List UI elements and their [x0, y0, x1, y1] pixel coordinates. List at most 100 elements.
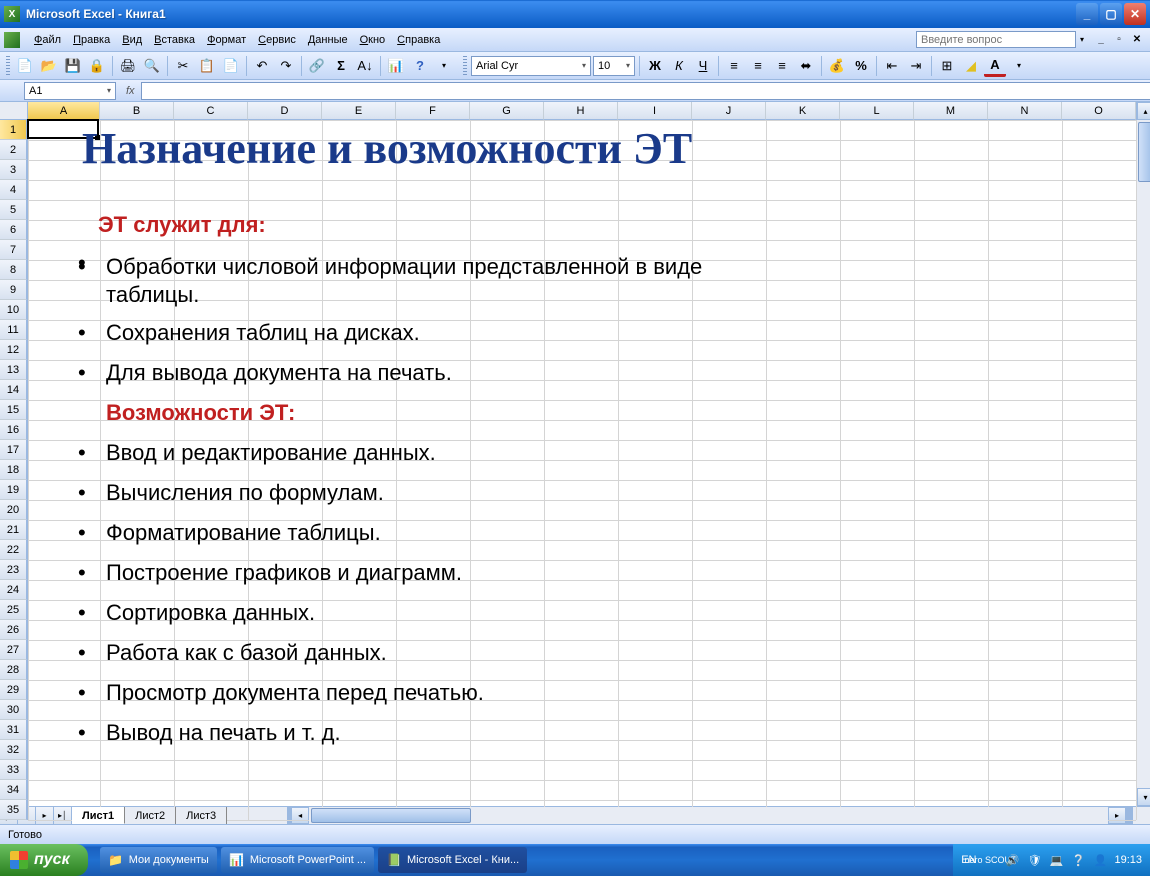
column-header-A[interactable]: A: [28, 102, 100, 120]
workbook-icon[interactable]: [4, 32, 20, 48]
mdi-restore-button[interactable]: ▫: [1111, 33, 1127, 47]
row-header-8[interactable]: 8: [0, 260, 27, 280]
hscroll-thumb[interactable]: [311, 808, 471, 823]
menu-edit[interactable]: Правка: [67, 32, 116, 48]
row-header-20[interactable]: 20: [0, 500, 27, 520]
ask-question-input[interactable]: [916, 31, 1076, 48]
row-header-25[interactable]: 25: [0, 600, 27, 620]
hscroll-track[interactable]: [309, 807, 1108, 824]
row-header-23[interactable]: 23: [0, 560, 27, 580]
column-header-K[interactable]: K: [766, 102, 840, 120]
start-button[interactable]: пуск: [0, 844, 88, 876]
align-center-button[interactable]: ≡: [747, 55, 769, 77]
formula-input[interactable]: [141, 82, 1150, 100]
row-header-19[interactable]: 19: [0, 480, 27, 500]
merge-center-button[interactable]: ⬌: [795, 55, 817, 77]
row-header-28[interactable]: 28: [0, 660, 27, 680]
column-header-D[interactable]: D: [248, 102, 322, 120]
align-left-button[interactable]: ≡: [723, 55, 745, 77]
row-header-26[interactable]: 26: [0, 620, 27, 640]
minimize-button[interactable]: _: [1076, 3, 1098, 25]
font-name-combo[interactable]: Arial Cyr ▾: [471, 56, 591, 76]
column-header-B[interactable]: B: [100, 102, 174, 120]
row-header-9[interactable]: 9: [0, 280, 27, 300]
formatting-toolbar-grip[interactable]: [463, 56, 467, 76]
italic-button[interactable]: К: [668, 55, 690, 77]
menu-tools[interactable]: Сервис: [252, 32, 302, 48]
row-header-18[interactable]: 18: [0, 460, 27, 480]
scroll-down-button[interactable]: ▾: [1137, 788, 1150, 806]
menu-data[interactable]: Данные: [302, 32, 354, 48]
row-header-34[interactable]: 34: [0, 780, 27, 800]
taskbar-item-powerpoint[interactable]: 📊 Microsoft PowerPoint ...: [221, 847, 374, 873]
column-header-F[interactable]: F: [396, 102, 470, 120]
vscroll-track[interactable]: [1137, 120, 1150, 788]
mdi-close-button[interactable]: ✕: [1129, 33, 1145, 47]
row-header-3[interactable]: 3: [0, 160, 27, 180]
row-header-4[interactable]: 4: [0, 180, 27, 200]
row-header-31[interactable]: 31: [0, 720, 27, 740]
row-header-21[interactable]: 21: [0, 520, 27, 540]
decrease-indent-button[interactable]: ⇤: [881, 55, 903, 77]
save-button[interactable]: 💾: [62, 55, 84, 77]
tray-msn-icon[interactable]: 👤: [1092, 852, 1108, 868]
column-header-J[interactable]: J: [692, 102, 766, 120]
permission-button[interactable]: 🔒: [86, 55, 108, 77]
vscroll-thumb[interactable]: [1138, 122, 1150, 182]
paste-button[interactable]: 📄: [220, 55, 242, 77]
column-header-C[interactable]: C: [174, 102, 248, 120]
autosum-button[interactable]: Σ: [330, 55, 352, 77]
row-header-14[interactable]: 14: [0, 380, 27, 400]
horizontal-scrollbar[interactable]: ◂ ▸: [291, 807, 1132, 824]
cut-button[interactable]: ✂: [172, 55, 194, 77]
column-header-H[interactable]: H: [544, 102, 618, 120]
formatting-options-button[interactable]: ▾: [1008, 55, 1030, 77]
currency-button[interactable]: 💰: [826, 55, 848, 77]
menu-window[interactable]: Окно: [354, 32, 392, 48]
hyperlink-button[interactable]: 🔗: [306, 55, 328, 77]
vertical-scrollbar[interactable]: ▴ ▾: [1136, 102, 1150, 806]
row-header-15[interactable]: 15: [0, 400, 27, 420]
menu-view[interactable]: Вид: [116, 32, 148, 48]
select-all-corner[interactable]: [0, 102, 28, 120]
toolbar-grip[interactable]: [6, 56, 10, 76]
row-header-5[interactable]: 5: [0, 200, 27, 220]
mdi-minimize-button[interactable]: _: [1093, 33, 1109, 47]
sort-button[interactable]: A↓: [354, 55, 376, 77]
undo-button[interactable]: ↶: [251, 55, 273, 77]
row-header-16[interactable]: 16: [0, 420, 27, 440]
sheet-tab-2[interactable]: Лист2: [125, 807, 176, 824]
question-dropdown-icon[interactable]: ▾: [1080, 35, 1084, 44]
name-box[interactable]: A1 ▾: [24, 82, 116, 100]
print-button[interactable]: 🖨: [117, 55, 139, 77]
font-size-combo[interactable]: 10 ▾: [593, 56, 635, 76]
column-header-I[interactable]: I: [618, 102, 692, 120]
row-header-27[interactable]: 27: [0, 640, 27, 660]
row-header-1[interactable]: 1: [0, 120, 27, 140]
sheet-tab-1[interactable]: Лист1: [72, 807, 125, 824]
column-header-N[interactable]: N: [988, 102, 1062, 120]
toolbar-options-button[interactable]: ▾: [433, 55, 455, 77]
fill-color-button[interactable]: ◢: [960, 55, 982, 77]
sheet-tab-3[interactable]: Лист3: [176, 807, 227, 824]
row-header-13[interactable]: 13: [0, 360, 27, 380]
column-header-L[interactable]: L: [840, 102, 914, 120]
row-header-24[interactable]: 24: [0, 580, 27, 600]
align-right-button[interactable]: ≡: [771, 55, 793, 77]
cells-area[interactable]: Назначение и возможности ЭТ ЭТ служит дл…: [28, 120, 1136, 820]
percent-button[interactable]: %: [850, 55, 872, 77]
fx-button[interactable]: fx: [126, 85, 135, 97]
tray-help-icon[interactable]: ❔: [1070, 852, 1086, 868]
column-header-O[interactable]: O: [1062, 102, 1136, 120]
row-header-12[interactable]: 12: [0, 340, 27, 360]
row-header-35[interactable]: 35: [0, 800, 27, 820]
redo-button[interactable]: ↷: [275, 55, 297, 77]
tray-nero-icon[interactable]: nero SCOUT: [982, 852, 998, 868]
menu-insert[interactable]: Вставка: [148, 32, 201, 48]
underline-button[interactable]: Ч: [692, 55, 714, 77]
taskbar-item-excel[interactable]: 📗 Microsoft Excel - Кни...: [378, 847, 527, 873]
row-header-33[interactable]: 33: [0, 760, 27, 780]
row-header-2[interactable]: 2: [0, 140, 27, 160]
new-button[interactable]: 📄: [14, 55, 36, 77]
menu-help[interactable]: Справка: [391, 32, 446, 48]
